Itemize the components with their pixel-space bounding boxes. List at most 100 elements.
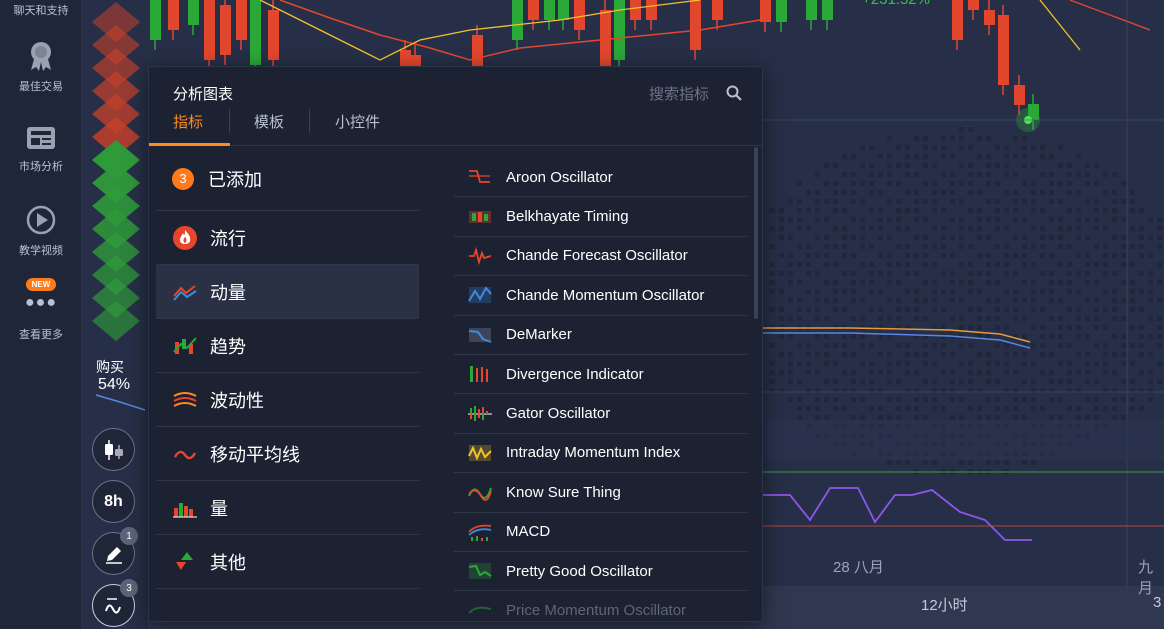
map-dot [1013,136,1018,141]
map-dot [932,289,937,294]
map-dot [1058,379,1063,384]
interval-button[interactable]: 8h [92,480,135,523]
aroon-icon [468,167,492,187]
category-momentum[interactable]: 动量 [156,265,419,319]
map-dot [959,226,964,231]
category-other[interactable]: 其他 [156,535,419,589]
candle-body [776,0,787,22]
search-icon[interactable] [726,85,742,101]
map-dot [932,406,937,411]
map-dot [995,163,1000,168]
map-dot [779,316,784,321]
map-dot [824,163,829,168]
map-dot [914,172,919,177]
sidebar-item-tutorial-videos[interactable]: 教学视频 [0,204,82,258]
category-moving-average[interactable]: 移动平均线 [156,427,419,481]
candle-body [150,0,161,40]
map-dot [1022,298,1027,303]
map-dot [986,379,991,384]
indicator-item-pretty-good-oscillator[interactable]: Pretty Good Oscillator [454,552,747,592]
indicator-item-belkhayate-timing[interactable]: Belkhayate Timing [454,197,747,237]
map-dot [887,379,892,384]
map-dot [815,370,820,375]
map-dot [1139,370,1144,375]
indicator-item-macd[interactable]: MACD [454,513,747,552]
map-dot [797,208,802,213]
indicator-item-aroon-oscillator[interactable]: Aroon Oscillator [454,158,747,198]
map-dot [815,406,820,411]
tab-widgets[interactable]: 小控件 [335,111,380,132]
chat-support-link[interactable]: 聊天和支持 [0,2,82,18]
map-dot [815,307,820,312]
indicator-item-chande-forecast-oscillator[interactable]: Chande Forecast Oscillator [454,237,747,277]
indicator-item-gator-oscillator[interactable]: Gator Oscillator [454,394,747,434]
category-trend[interactable]: 趋势 [156,319,419,373]
category-label: 移动平均线 [210,444,300,465]
map-dot [1004,244,1009,249]
indicator-item-divergence-indicator[interactable]: Divergence Indicator [454,355,747,395]
map-dot [1103,172,1108,177]
map-dot [797,217,802,222]
map-dot [1013,235,1018,240]
interval-label: 8h [104,492,123,510]
map-dot [914,154,919,159]
map-dot [977,271,982,276]
category-volatility[interactable]: 波动性 [156,373,419,427]
sidebar-item-see-more[interactable]: 查看更多 [0,326,82,342]
map-dot [1004,289,1009,294]
map-dot [869,370,874,375]
map-dot [842,289,847,294]
map-dot [842,208,847,213]
tab-divider [309,109,310,133]
map-dot [905,190,910,195]
map-dot [1031,181,1036,186]
map-dot [1040,208,1045,213]
map-dot [1049,154,1054,159]
indicator-item-chande-momentum-oscillator[interactable]: Chande Momentum Oscillator [454,276,747,316]
map-dot [1139,343,1144,348]
map-dot [914,199,919,204]
sidebar-item-best-trades[interactable]: 最佳交易 [0,40,82,94]
map-dot [995,415,1000,420]
chart-type-button[interactable] [92,428,135,471]
drawing-tools-button[interactable]: 1 [92,527,138,575]
indicator-item-know-sure-thing[interactable]: Know Sure Thing [454,473,747,513]
candle-body [984,10,995,25]
tab-templates[interactable]: 模板 [254,111,284,132]
indicator-item-price-momentum-oscillator[interactable]: Price Momentum Oscillator [454,591,747,621]
map-dot [977,370,982,375]
indicator-item-demarker[interactable]: DeMarker [454,316,747,355]
map-dot [932,343,937,348]
map-dot [1022,379,1027,384]
map-dot [905,271,910,276]
map-dot [1013,190,1018,195]
map-dot [1139,334,1144,339]
sidebar-item-label: 查看更多 [19,329,63,341]
macd-icon [468,522,492,542]
map-dot [788,271,793,276]
map-dot [1076,208,1081,213]
map-dot [770,226,775,231]
map-dot [878,217,883,222]
map-dot [1148,280,1153,285]
map-dot [1004,226,1009,231]
map-dot [968,271,973,276]
map-dot [878,415,883,420]
category-volume[interactable]: 量 [156,481,419,535]
indicator-list-scrollbar[interactable] [754,147,758,319]
candle-body [544,0,555,20]
map-dot [842,154,847,159]
map-dot [1040,370,1045,375]
map-dot [860,262,865,267]
category-popular[interactable]: 流行 [156,211,419,265]
map-dot [977,253,982,258]
indicator-search-input[interactable]: 搜索指标 [649,83,709,104]
category-added[interactable]: 3 已添加 [156,147,419,211]
indicators-button[interactable]: 3 [92,579,138,627]
map-dot [1139,235,1144,240]
map-dot [914,298,919,303]
tab-indicators[interactable]: 指标 [173,111,203,132]
sidebar-item-market-analysis[interactable]: 市场分析 [0,126,82,174]
map-dot [1049,289,1054,294]
indicator-item-intraday-momentum-index[interactable]: Intraday Momentum Index [454,434,747,474]
